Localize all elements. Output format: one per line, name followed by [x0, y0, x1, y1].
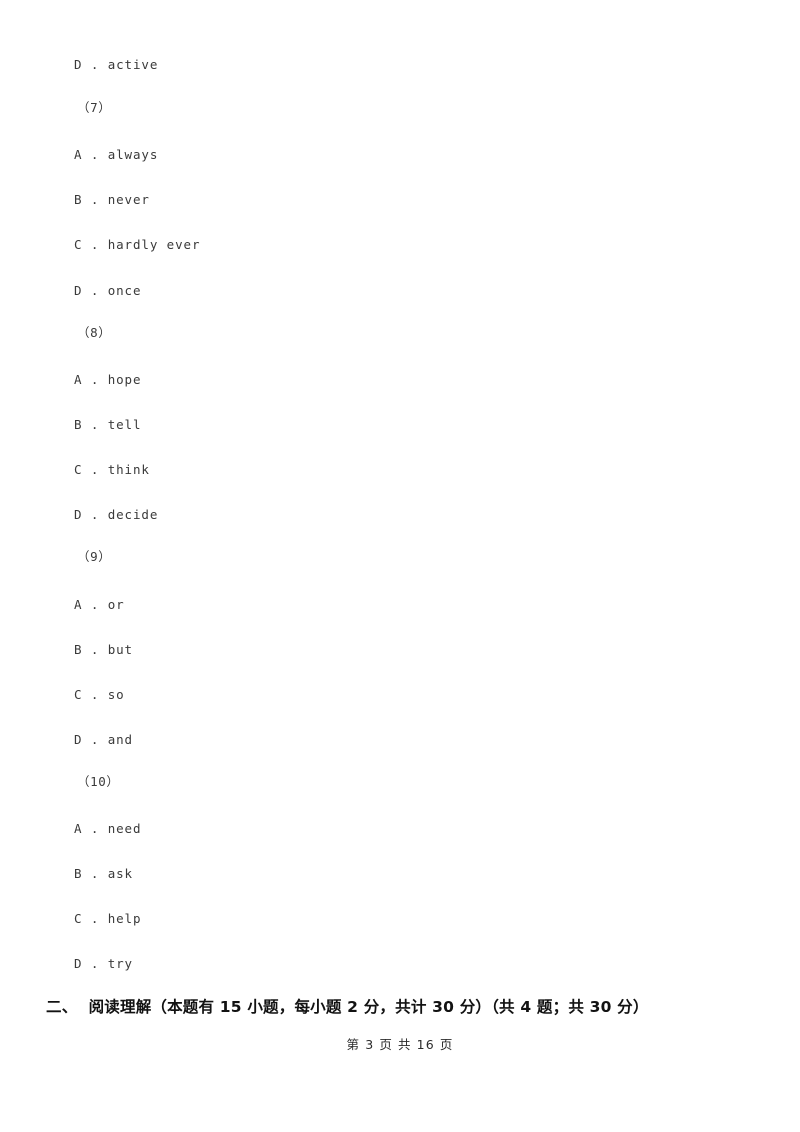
- document-page: D . active （7） A . always B . never C . hard…: [0, 0, 800, 1132]
- answer-option: A . or: [74, 597, 125, 612]
- answer-option: D . decide: [74, 507, 159, 522]
- question-number: （10）: [77, 774, 120, 789]
- answer-option: B . never: [74, 192, 150, 207]
- answer-option: A . always: [74, 147, 159, 162]
- section-heading-reading-comprehension: 二、 阅读理解（本题有 15 小题，每小题 2 分，共计 30 分）（共 4 题…: [46, 998, 649, 1016]
- answer-option: D . and: [74, 732, 133, 747]
- answer-option: B . but: [74, 642, 133, 657]
- answer-option: C . think: [74, 462, 150, 477]
- question-number: （7）: [77, 100, 112, 115]
- answer-option: B . ask: [74, 866, 133, 881]
- question-number: （9）: [77, 549, 112, 564]
- page-footer: 第 3 页 共 16 页: [346, 1037, 454, 1052]
- question-number: （8）: [77, 325, 112, 340]
- answer-option: C . help: [74, 911, 142, 926]
- answer-option: D . once: [74, 283, 142, 298]
- answer-option: C . so: [74, 687, 125, 702]
- answer-option: D . try: [74, 956, 133, 971]
- answer-option: C . hardly ever: [74, 237, 201, 252]
- answer-option: A . hope: [74, 372, 142, 387]
- answer-option: D . active: [74, 57, 159, 72]
- answer-option: B . tell: [74, 417, 142, 432]
- answer-option: A . need: [74, 821, 142, 836]
